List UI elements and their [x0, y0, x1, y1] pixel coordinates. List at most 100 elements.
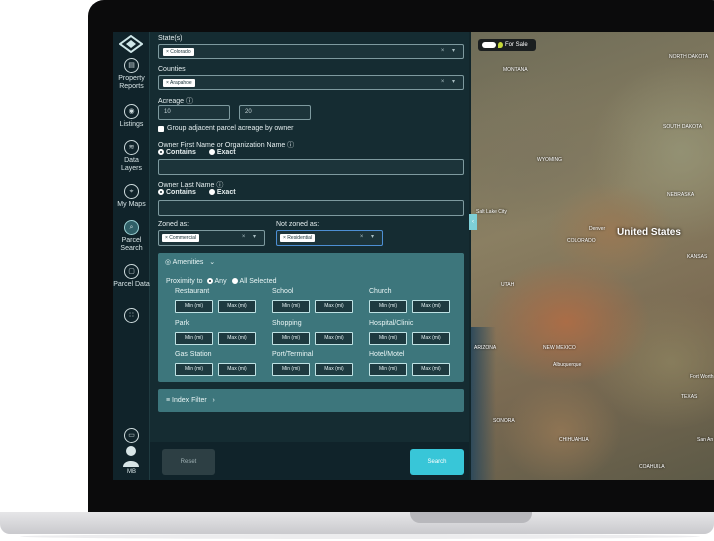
- toggle-switch-icon[interactable]: [482, 42, 496, 48]
- zoned-as-select[interactable]: × Commercial × ▾: [158, 230, 265, 246]
- shopping-max-input[interactable]: Max (mi): [315, 332, 353, 345]
- nav-parcel-data[interactable]: ▢ Parcel Data: [113, 264, 150, 289]
- amenity-church-label: Church: [369, 288, 392, 295]
- school-max-input[interactable]: Max (mi): [315, 300, 353, 313]
- nav-parcel-search[interactable]: ⌕ Parcel Search: [113, 220, 150, 253]
- app-screen: ▤ Property Reports ◉ Listings ≋ Data Lay…: [113, 32, 714, 480]
- shopping-min-input[interactable]: Min (mi): [272, 332, 310, 345]
- exact-radio[interactable]: [208, 149, 215, 155]
- acreage-min-input[interactable]: 10: [158, 105, 230, 120]
- states-select[interactable]: × Colorado × ▾: [158, 44, 464, 59]
- nav-my-maps[interactable]: ⌖ My Maps: [113, 184, 150, 209]
- amenity-gas-station-label: Gas Station: [175, 351, 212, 358]
- amenity-shopping-label: Shopping: [272, 320, 302, 327]
- laptop-shadow: [20, 534, 700, 539]
- layers-icon: ≋: [124, 140, 139, 155]
- any-radio[interactable]: [206, 278, 213, 284]
- clear-chevron-icon[interactable]: × ▾: [242, 233, 259, 240]
- port-terminal-max-input[interactable]: Max (mi): [315, 363, 353, 376]
- for-sale-toggle[interactable]: For Sale: [478, 39, 536, 51]
- nav-listings[interactable]: ◉ Listings: [113, 104, 150, 129]
- church-min-input[interactable]: Min (mi): [369, 300, 407, 313]
- owner-first-input[interactable]: [158, 159, 464, 175]
- school-min-input[interactable]: Min (mi): [272, 300, 310, 313]
- park-max-input[interactable]: Max (mi): [218, 332, 256, 345]
- amenity-school-label: School: [272, 288, 294, 295]
- not-zoned-as-chip[interactable]: × Residential: [280, 234, 316, 242]
- park-min-input[interactable]: Min (mi): [175, 332, 213, 345]
- amenity-hotel-motel-label: Hotel/Motel: [369, 351, 405, 358]
- reset-button[interactable]: Reset: [162, 449, 215, 475]
- clear-chevron-icon[interactable]: × ▾: [441, 78, 458, 85]
- info-icon[interactable]: ⓘ: [186, 98, 193, 105]
- zoned-as-chip[interactable]: × Commercial: [162, 234, 199, 242]
- chat-icon: ▭: [124, 428, 139, 443]
- map-label-arizona: ARIZONA: [474, 345, 497, 351]
- user-initials: MB: [127, 469, 136, 475]
- hospital-min-input[interactable]: Min (mi): [369, 332, 407, 345]
- states-chip[interactable]: × Colorado: [163, 48, 194, 56]
- any-label: Any: [214, 278, 227, 285]
- owner-last-match-radios: Contains Exact: [158, 189, 236, 196]
- nav-property-reports[interactable]: ▤ Property Reports: [113, 58, 150, 91]
- hotel-motel-min-input[interactable]: Min (mi): [369, 363, 407, 376]
- info-icon[interactable]: ⓘ: [216, 182, 223, 189]
- map-label-denver: Denver: [589, 226, 606, 232]
- map-pin-icon: ⌖: [124, 184, 139, 199]
- church-max-input[interactable]: Max (mi): [412, 300, 450, 313]
- counties-label: Counties: [158, 66, 186, 73]
- contains-label: Contains: [166, 149, 196, 156]
- gas-station-max-input[interactable]: Max (mi): [218, 363, 256, 376]
- gas-station-min-input[interactable]: Min (mi): [175, 363, 213, 376]
- map-label-coahuila: COAHUILA: [639, 464, 665, 470]
- map-label-nebraska: NEBRASKA: [667, 192, 695, 198]
- owner-first-match-radios: Contains Exact: [158, 149, 236, 156]
- map-label-new-mexico: NEW MEXICO: [543, 345, 576, 351]
- map-label-colorado: COLORADO: [567, 238, 596, 244]
- laptop-base: [0, 512, 714, 534]
- clear-chevron-icon[interactable]: × ▾: [360, 233, 377, 240]
- map-label-san-antonio: San An: [697, 437, 714, 443]
- collapse-panel-arrow-icon[interactable]: ‹: [469, 214, 477, 230]
- hospital-max-input[interactable]: Max (mi): [412, 332, 450, 345]
- port-terminal-min-input[interactable]: Min (mi): [272, 363, 310, 376]
- index-filter-toggle[interactable]: ≡ Index Filter ›: [158, 389, 464, 412]
- counties-select[interactable]: × Arapahoe × ▾: [158, 75, 464, 90]
- map-view[interactable]: For Sale MONTANA NORTH DAKOTA SOUTH DAKO…: [471, 32, 714, 480]
- acreage-max-input[interactable]: 20: [239, 105, 311, 120]
- nav-feedback[interactable]: ▭: [113, 428, 150, 445]
- amenities-toggle[interactable]: ◎ Amenities ⌄: [165, 258, 215, 266]
- info-icon[interactable]: ⓘ: [287, 142, 294, 149]
- chevron-right-icon: ›: [208, 397, 215, 404]
- user-avatar-icon[interactable]: [122, 445, 140, 467]
- nav-property-reports-label: Property Reports: [118, 75, 145, 90]
- contains-radio[interactable]: [158, 149, 164, 155]
- counties-chip[interactable]: × Arapahoe: [163, 79, 195, 87]
- restaurant-max-input[interactable]: Max (mi): [218, 300, 256, 313]
- restaurant-min-input[interactable]: Min (mi): [175, 300, 213, 313]
- owner-last-input[interactable]: [158, 200, 464, 216]
- map-label-chihuahua: CHIHUAHUA: [559, 437, 589, 443]
- contains-radio[interactable]: [158, 189, 164, 195]
- contains-label: Contains: [166, 189, 196, 196]
- search-button[interactable]: Search: [410, 449, 464, 475]
- group-adjacent-checkbox[interactable]: [158, 126, 164, 132]
- chevron-down-icon: ⌄: [205, 259, 216, 266]
- acreage-label-text: Acreage: [158, 98, 185, 105]
- clear-chevron-icon[interactable]: × ▾: [441, 47, 458, 54]
- index-filter-label: Index Filter: [172, 397, 207, 404]
- filter-icon: ≡: [166, 397, 171, 404]
- for-sale-label: For Sale: [505, 42, 528, 48]
- grid-icon: ∷: [124, 308, 139, 323]
- not-zoned-as-select[interactable]: × Residential × ▾: [276, 230, 383, 246]
- all-selected-radio[interactable]: [231, 278, 238, 284]
- acreage-min-value: 10: [164, 109, 171, 115]
- exact-radio[interactable]: [208, 189, 215, 195]
- nav-apps[interactable]: ∷: [113, 308, 150, 325]
- amenity-port-terminal-label: Port/Terminal: [272, 351, 314, 358]
- hotel-motel-max-input[interactable]: Max (mi): [412, 363, 450, 376]
- exact-label: Exact: [216, 189, 236, 196]
- proximity-label: Proximity to: [166, 278, 203, 285]
- nav-data-layers[interactable]: ≋ Data Layers: [113, 140, 150, 173]
- logo-icon[interactable]: [119, 35, 143, 53]
